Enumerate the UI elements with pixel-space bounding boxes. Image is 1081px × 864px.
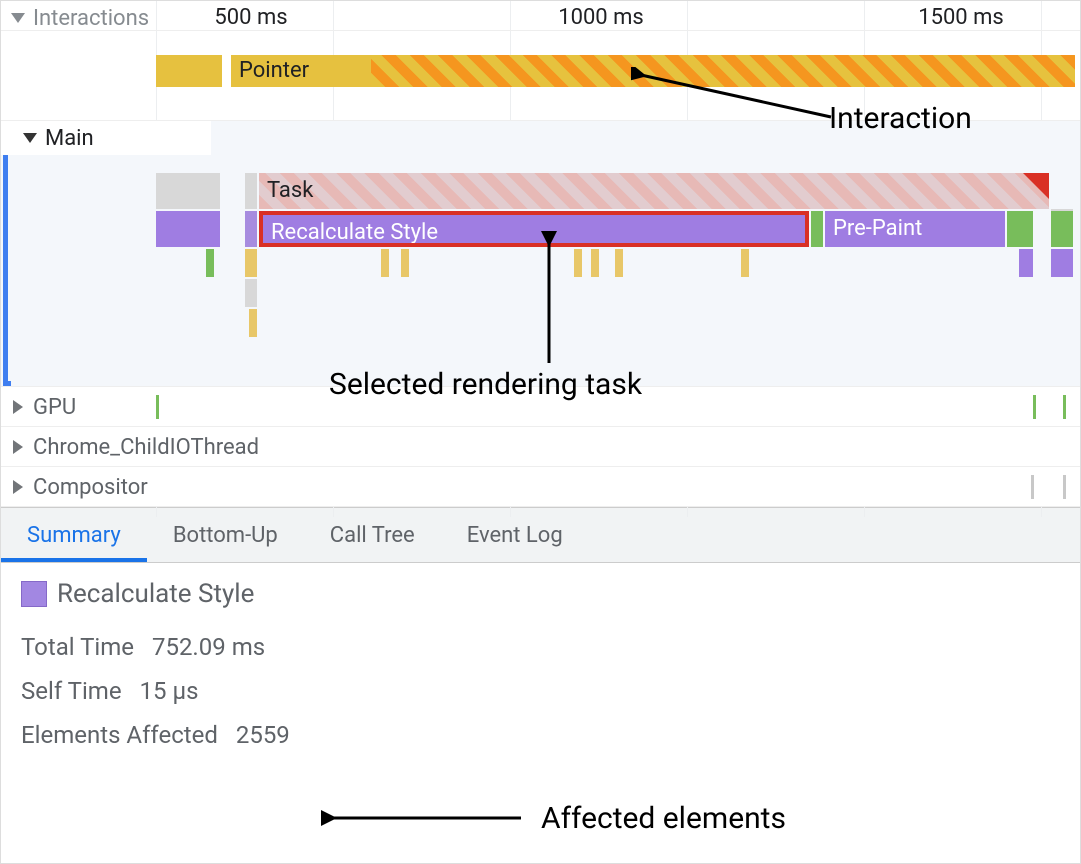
- flame-sliver[interactable]: [615, 249, 623, 277]
- flame-task-small[interactable]: [156, 173, 220, 209]
- ruler-tick: 500 ms: [214, 5, 287, 30]
- tab-call-tree[interactable]: Call Tree: [304, 508, 441, 562]
- flame-sliver[interactable]: [206, 249, 214, 277]
- flame-sliver[interactable]: [401, 249, 409, 277]
- flame-task-tiny[interactable]: [245, 173, 257, 209]
- flame-sliver[interactable]: [245, 279, 257, 307]
- flame-green-3[interactable]: [1051, 211, 1073, 247]
- flame-task-long[interactable]: Task: [259, 173, 1049, 209]
- task-label: Task: [267, 178, 313, 203]
- tab-event-log[interactable]: Event Log: [441, 508, 589, 562]
- flame-recalculate-style[interactable]: Recalculate Style: [259, 211, 809, 247]
- flame-green-1[interactable]: [811, 211, 823, 247]
- flame-green-2[interactable]: [1007, 211, 1033, 247]
- interaction-pointer[interactable]: Pointer: [231, 55, 371, 87]
- flame-sliver[interactable]: [1019, 249, 1033, 277]
- recalc-label: Recalculate Style: [271, 220, 438, 245]
- elements-affected-value: 2559: [236, 721, 290, 749]
- compositor-header-label: Compositor: [33, 475, 148, 500]
- elements-affected-label: Elements Affected: [21, 721, 218, 749]
- flame-sliver[interactable]: [381, 249, 389, 277]
- childio-track[interactable]: Chrome_ChildIOThread: [1, 427, 1080, 467]
- arrow-icon: [321, 803, 531, 833]
- tab-bottom-up[interactable]: Bottom-Up: [147, 508, 304, 562]
- annotation-affected: Affected elements: [541, 801, 786, 836]
- main-header-label: Main: [45, 126, 94, 151]
- flame-tiny-purple[interactable]: [245, 211, 257, 247]
- self-time-label: Self Time: [21, 677, 122, 705]
- prepaint-label: Pre-Paint: [833, 216, 922, 241]
- summary-title: Recalculate Style: [57, 579, 254, 609]
- recalc-swatch: [21, 581, 47, 607]
- summary-panel: Recalculate Style Total Time 752.09 ms S…: [1, 563, 1080, 781]
- flame-sliver[interactable]: [1051, 249, 1073, 277]
- flame-sliver[interactable]: [249, 309, 257, 337]
- tab-summary[interactable]: Summary: [1, 508, 147, 562]
- flame-sliver[interactable]: [741, 249, 749, 277]
- chevron-down-icon[interactable]: [23, 133, 37, 143]
- flame-sliver[interactable]: [591, 249, 599, 277]
- interactions-track[interactable]: Interactions Pointer: [1, 31, 1080, 121]
- childio-header-label: Chrome_ChildIOThread: [33, 435, 259, 460]
- compositor-track[interactable]: Compositor: [1, 467, 1080, 507]
- total-time-value: 752.09 ms: [152, 633, 265, 661]
- gpu-header-label: GPU: [33, 395, 76, 420]
- interaction-pointer-label: Pointer: [239, 58, 309, 83]
- interactions-header-label: Interactions: [33, 6, 149, 31]
- ruler-tick: 1000 ms: [558, 5, 644, 30]
- chevron-down-icon[interactable]: [11, 13, 25, 23]
- self-time-value: 15 µs: [140, 677, 199, 705]
- chevron-right-icon[interactable]: [13, 480, 23, 494]
- total-time-label: Total Time: [21, 633, 134, 661]
- ruler-tick: 1500 ms: [918, 5, 1004, 30]
- chevron-right-icon[interactable]: [13, 400, 23, 414]
- flame-pre-paint[interactable]: Pre-Paint: [825, 211, 1005, 247]
- details-tabs: Summary Bottom-Up Call Tree Event Log: [1, 507, 1080, 563]
- timeline-ruler: 500 ms 1000 ms 1500 ms: [1, 1, 1080, 31]
- gpu-track[interactable]: GPU: [1, 387, 1080, 427]
- interaction-tail[interactable]: [371, 55, 1075, 87]
- main-track[interactable]: Main Task Recalculate Style Pre-Paint: [1, 121, 1080, 387]
- interaction-prelude[interactable]: [156, 55, 222, 87]
- chevron-right-icon[interactable]: [13, 440, 23, 454]
- flame-small-purple[interactable]: [156, 211, 220, 247]
- flame-sliver[interactable]: [245, 249, 257, 277]
- flame-sliver[interactable]: [574, 249, 582, 277]
